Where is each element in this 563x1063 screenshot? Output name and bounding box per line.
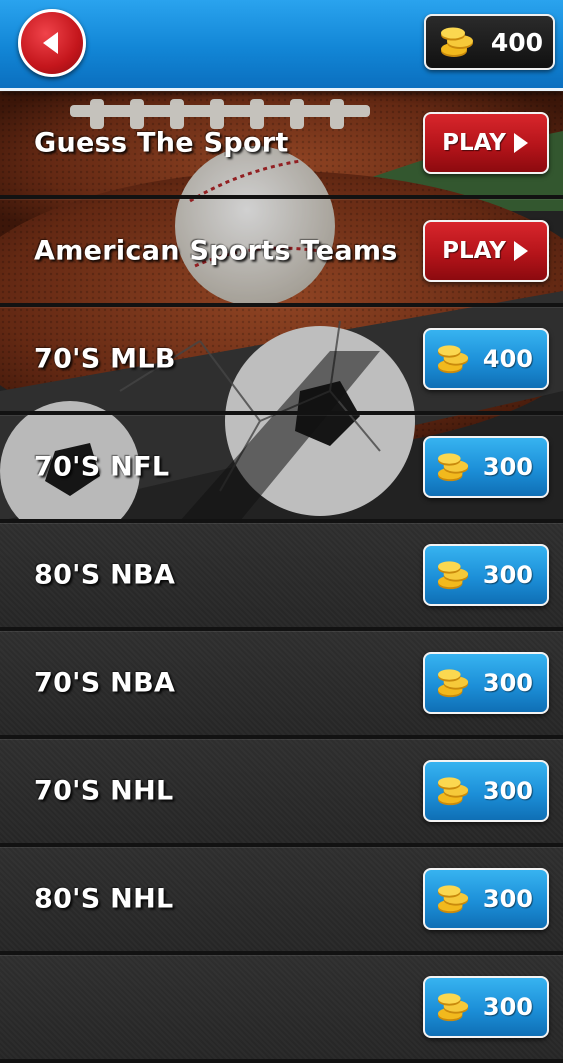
coin-stack-icon — [438, 669, 469, 698]
play-button-label: PLAY — [442, 130, 506, 156]
coin-stack-icon — [441, 27, 473, 57]
category-row-80s-nba[interactable]: 80'S NBA 300 — [0, 523, 563, 631]
category-title: 70'S MLB — [34, 343, 176, 375]
category-title: 80'S NBA — [34, 559, 176, 591]
unlock-price: 400 — [482, 345, 533, 373]
coin-stack-icon — [438, 453, 469, 482]
unlock-price-button[interactable]: 300 — [423, 436, 549, 498]
top-bar: 400 — [0, 0, 563, 91]
category-row-70s-nba[interactable]: 70'S NBA 300 — [0, 631, 563, 739]
unlock-price-button[interactable]: 300 — [423, 868, 549, 930]
category-row-partial[interactable]: 300 — [0, 955, 563, 1063]
category-title: 80'S NHL — [34, 883, 174, 915]
category-title: American Sports Teams — [34, 235, 398, 267]
category-row-american-sports-teams[interactable]: American Sports Teams PLAY — [0, 199, 563, 307]
unlock-price-button[interactable]: 300 — [423, 652, 549, 714]
unlock-price: 300 — [482, 669, 533, 697]
category-title: 70'S NBA — [34, 667, 176, 699]
category-row-70s-nfl[interactable]: 70'S NFL 300 — [0, 415, 563, 523]
category-title: 70'S NHL — [34, 775, 174, 807]
play-button[interactable]: PLAY — [423, 112, 549, 174]
category-title: Guess The Sport — [34, 127, 289, 159]
unlock-price: 300 — [482, 561, 533, 589]
play-button-label: PLAY — [442, 238, 506, 264]
coin-balance-value: 400 — [490, 27, 543, 57]
unlock-price-button[interactable]: 300 — [423, 544, 549, 606]
coin-stack-icon — [438, 777, 469, 806]
category-row-70s-nhl[interactable]: 70'S NHL 300 — [0, 739, 563, 847]
category-row-guess-the-sport[interactable]: Guess The Sport PLAY — [0, 91, 563, 199]
coin-stack-icon — [438, 561, 469, 590]
category-list: Guess The Sport PLAY American Sports Tea… — [0, 91, 563, 1063]
coin-balance-display: 400 — [424, 14, 555, 70]
category-title: 70'S NFL — [34, 451, 170, 483]
back-button[interactable] — [18, 9, 86, 77]
unlock-price: 300 — [482, 453, 533, 481]
category-row-80s-nhl[interactable]: 80'S NHL 300 — [0, 847, 563, 955]
category-row-70s-mlb[interactable]: 70'S MLB 400 — [0, 307, 563, 415]
play-triangle-icon — [513, 133, 528, 153]
unlock-price-button[interactable]: 300 — [423, 976, 549, 1038]
unlock-price: 300 — [482, 777, 533, 805]
unlock-price-button[interactable]: 400 — [423, 328, 549, 390]
coin-stack-icon — [438, 885, 469, 914]
coin-stack-icon — [438, 345, 469, 374]
left-arrow-icon — [43, 32, 58, 54]
unlock-price-button[interactable]: 300 — [423, 760, 549, 822]
coin-stack-icon — [438, 993, 469, 1022]
unlock-price: 300 — [482, 993, 533, 1021]
unlock-price: 300 — [482, 885, 533, 913]
play-button[interactable]: PLAY — [423, 220, 549, 282]
play-triangle-icon — [513, 241, 528, 261]
